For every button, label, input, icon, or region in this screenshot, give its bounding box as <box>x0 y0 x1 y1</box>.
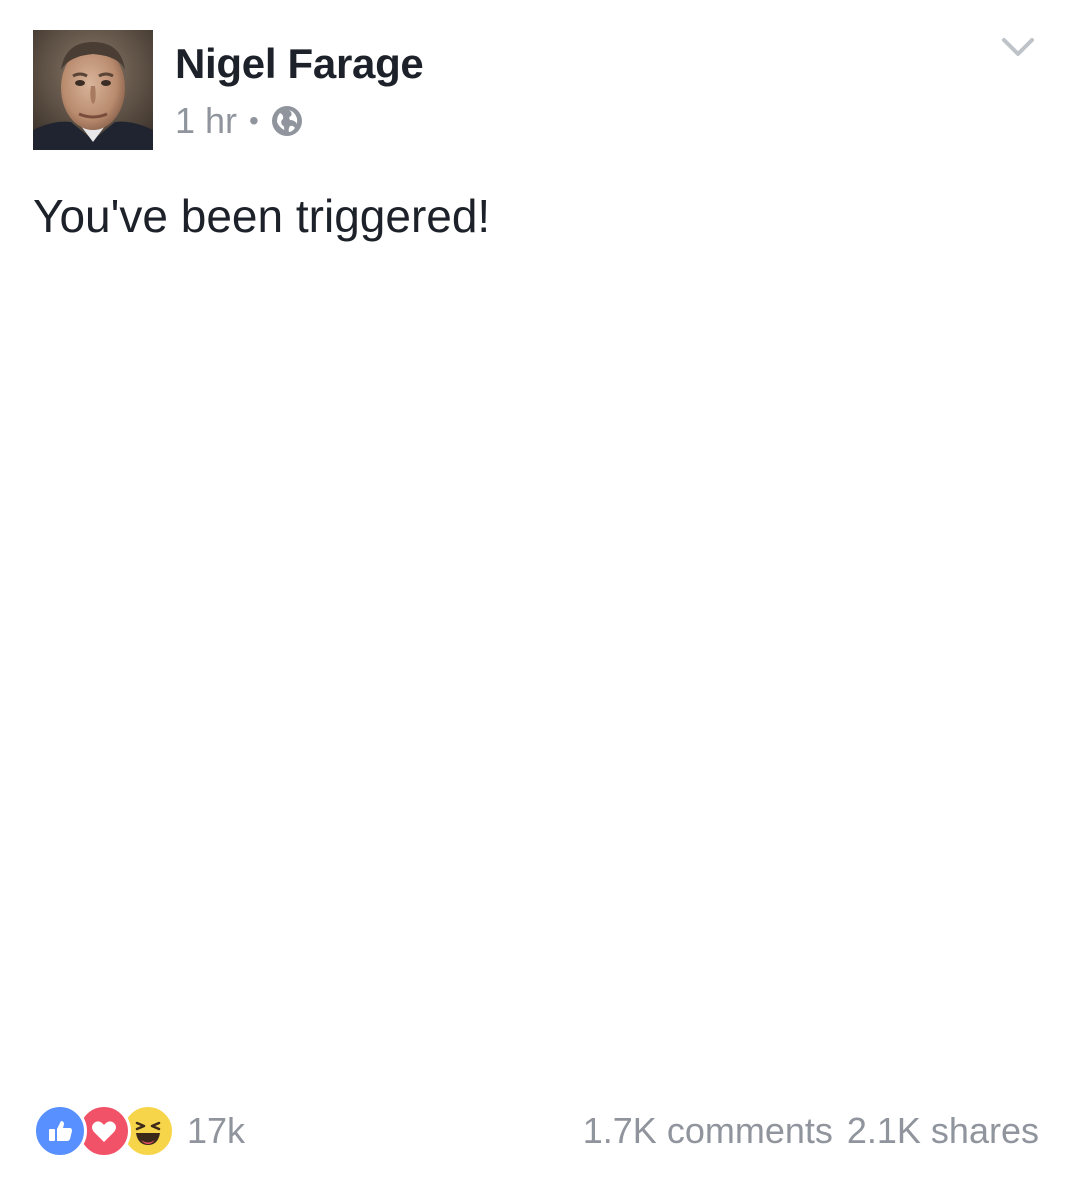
facebook-post: Nigel Farage 1 hr • You've been triggere… <box>0 0 1077 1183</box>
avatar-portrait <box>33 30 153 150</box>
avatar[interactable] <box>33 30 153 150</box>
laughing-face-icon <box>135 1121 161 1145</box>
meta-separator: • <box>249 105 259 136</box>
like-reaction <box>33 1104 87 1158</box>
post-timestamp[interactable]: 1 hr <box>175 100 237 142</box>
reaction-count[interactable]: 17k <box>187 1105 245 1157</box>
post-meta: 1 hr • <box>175 100 303 142</box>
heart-icon <box>92 1121 116 1142</box>
author-name[interactable]: Nigel Farage <box>175 38 424 90</box>
chevron-down-icon[interactable] <box>998 32 1038 66</box>
engagement-counts: 1.7K comments 2.1K shares <box>583 1105 1039 1157</box>
comments-count[interactable]: 1.7K comments <box>583 1110 833 1152</box>
reactions-summary[interactable]: 17k <box>33 1104 245 1158</box>
thumbs-up-icon <box>49 1121 72 1141</box>
shares-count[interactable]: 2.1K shares <box>847 1110 1039 1152</box>
globe-icon <box>271 106 302 136</box>
post-text: You've been triggered! <box>33 190 491 242</box>
